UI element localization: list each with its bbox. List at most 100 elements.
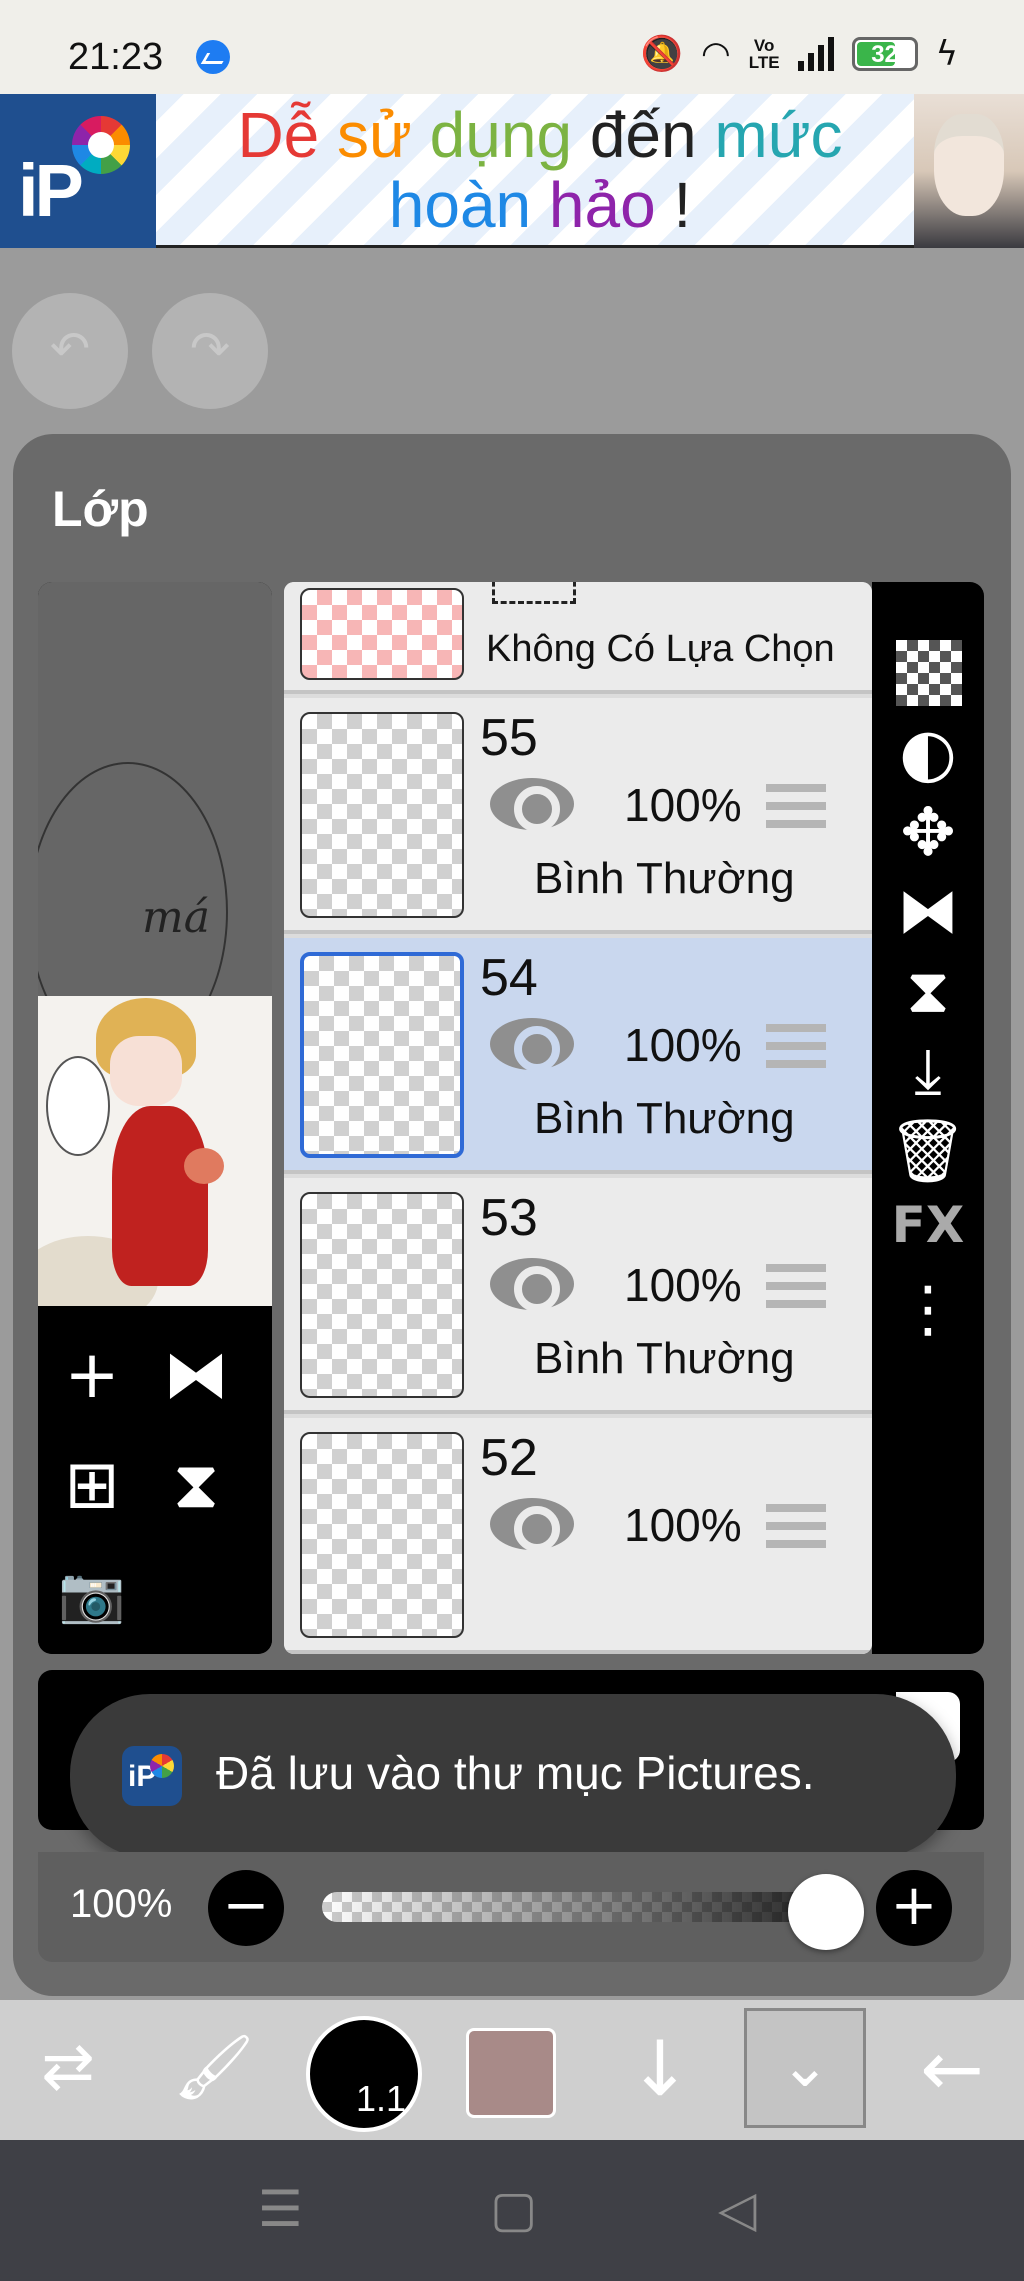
ad-banner[interactable]: iP Dễ sử dụng đến mức hoàn hảo ! (0, 94, 1024, 248)
flip-horizontal-icon[interactable]: ⧓ (872, 874, 984, 947)
layer-row-52[interactable]: 52 100% (284, 1418, 872, 1654)
wifi-icon: ◠ (701, 34, 731, 74)
panel-title: Lớp (52, 481, 149, 537)
visibility-eye-icon[interactable] (490, 1018, 574, 1072)
ad-word: mức (714, 99, 843, 171)
merge-down-icon[interactable]: ⤓ (872, 1034, 984, 1108)
visibility-eye-icon[interactable] (490, 1258, 574, 1312)
more-options-icon[interactable]: ⋮ (872, 1272, 984, 1345)
selection-label: Không Có Lựa Chọn (486, 628, 835, 670)
chevron-down-icon: ⌄ (779, 2031, 831, 2101)
move-icon[interactable]: ✥ (872, 794, 984, 871)
visibility-eye-icon[interactable] (490, 778, 574, 832)
layer-number: 53 (480, 1189, 538, 1247)
flip-horizontal-icon[interactable]: ⧓ (156, 1342, 236, 1408)
drag-handle-icon[interactable] (766, 1264, 826, 1308)
visibility-eye-icon[interactable] (490, 1498, 574, 1552)
layer-thumbnail (300, 952, 464, 1158)
layer-list[interactable]: Không Có Lựa Chọn 55 100% Bình Thường 54… (284, 582, 872, 1654)
opacity-slider-knob[interactable] (788, 1874, 864, 1950)
preview-sketch-text: má (142, 892, 210, 943)
toast-message: Đã lưu vào thư mục Pictures. (216, 1747, 815, 1799)
duplicate-layer-icon[interactable]: ⊞ (52, 1452, 132, 1518)
selection-thumbnail (300, 588, 464, 680)
layer-thumbnail (300, 1192, 464, 1398)
tool-switch-icon[interactable]: ⇄ (20, 2000, 116, 2140)
opacity-increase-button[interactable]: + (876, 1870, 952, 1946)
drag-handle-icon[interactable] (766, 1024, 826, 1068)
redo-button[interactable]: ↷ (152, 293, 268, 409)
flip-vertical-icon[interactable]: ⧗ (156, 1452, 236, 1518)
color-swatch-button[interactable] (466, 2028, 556, 2118)
ad-word: hảo (548, 169, 656, 241)
opacity-value: 100% (70, 1882, 173, 1926)
layer-row-54[interactable]: 54 100% Bình Thường (284, 938, 872, 1174)
opacity-decrease-button[interactable]: − (208, 1870, 284, 1946)
bottom-toolbar: ⇄ 🖌 1.1 ↓ ⌄ ← (0, 2000, 1024, 2140)
drag-handle-icon[interactable] (766, 784, 826, 828)
fx-button[interactable]: FX (872, 1196, 984, 1254)
ad-word: hoàn (388, 169, 532, 241)
color-wheel-icon (72, 116, 130, 174)
layer-panel-toggle[interactable]: ⌄ (744, 2008, 866, 2128)
brush-size-button[interactable]: 1.1 (306, 2016, 422, 2132)
layer-actions: + ⧓ ⊞ ⧗ 📷 (38, 1306, 272, 1654)
opacity-slider-row: 100% − + (38, 1852, 984, 1962)
home-icon[interactable]: ▢ (490, 2180, 537, 2238)
layer-preview-zoom: má (38, 582, 272, 1062)
layer-row-55[interactable]: 55 100% Bình Thường (284, 698, 872, 934)
undo-button[interactable]: ↶ (12, 293, 128, 409)
volte-bottom-label: LTE (748, 53, 780, 72)
volte-top-label: Vo (753, 36, 775, 55)
ad-word: Dễ (237, 99, 320, 171)
layer-blend-mode: Bình Thường (534, 854, 795, 903)
system-nav-bar: ☰ ▢ ◁ (0, 2140, 1024, 2281)
arrow-down-icon[interactable]: ↓ (610, 2000, 710, 2140)
layer-thumbnail (300, 1432, 464, 1638)
layer-number: 54 (480, 949, 538, 1007)
ad-character-image (914, 94, 1024, 248)
add-layer-icon[interactable]: + (52, 1342, 132, 1408)
opacity-slider[interactable] (322, 1892, 852, 1922)
ad-word: dụng (429, 99, 573, 171)
layer-thumbnail (300, 712, 464, 918)
layer-opacity: 100% (624, 1259, 742, 1311)
ad-word: sử (337, 99, 412, 171)
status-bar: 21:23 🔕 ◠ Vo LTE 32 ϟ (0, 0, 1024, 94)
save-toast: iP Đã lưu vào thư mục Pictures. (70, 1694, 956, 1858)
layer-preview-column: má + ⧓ ⊞ ⧗ 📷 (38, 582, 272, 1654)
transparency-icon[interactable] (896, 640, 962, 706)
recent-apps-icon[interactable]: ☰ (258, 2180, 303, 2238)
layer-opacity: 100% (624, 1499, 742, 1551)
brush-icon[interactable]: 🖌 (166, 2000, 262, 2140)
charging-icon: ϟ (935, 34, 958, 74)
clipping-icon[interactable]: ◐ (872, 714, 984, 791)
canvas-thumbnail[interactable] (38, 996, 272, 1306)
ibispaint-app-icon: iP (122, 1746, 182, 1806)
layer-opacity: 100% (624, 779, 742, 831)
status-time: 21:23 (68, 36, 164, 78)
selection-box-icon (492, 582, 576, 604)
ad-word: ! (673, 169, 692, 241)
redo-icon: ↷ (189, 323, 231, 376)
layer-row-53[interactable]: 53 100% Bình Thường (284, 1178, 872, 1414)
battery-level: 32 (871, 41, 898, 68)
selection-layer-row[interactable]: Không Có Lựa Chọn (284, 582, 872, 694)
battery-icon: 32 (851, 37, 918, 71)
ibispaint-logo: iP (0, 94, 156, 248)
back-icon[interactable]: ◁ (718, 2180, 756, 2238)
signal-icon (797, 37, 834, 71)
flip-vertical-icon[interactable]: ⧗ (872, 954, 984, 1028)
ad-headline: Dễ sử dụng đến mức hoàn hảo ! (170, 100, 910, 240)
volte-icon: Vo LTE (749, 37, 780, 71)
layer-number: 52 (480, 1429, 538, 1487)
status-icons: 🔕 ◠ Vo LTE 32 ϟ (641, 30, 958, 78)
camera-icon[interactable]: 📷 (52, 1562, 132, 1628)
mute-bell-icon: 🔕 (640, 34, 684, 74)
trash-icon[interactable]: 🗑 (872, 1114, 984, 1188)
layer-number: 55 (480, 709, 538, 767)
layer-blend-mode: Bình Thường (534, 1334, 795, 1383)
back-arrow-icon[interactable]: ← (902, 2000, 1002, 2140)
drag-handle-icon[interactable] (766, 1504, 826, 1548)
layer-blend-mode: Bình Thường (534, 1094, 795, 1143)
